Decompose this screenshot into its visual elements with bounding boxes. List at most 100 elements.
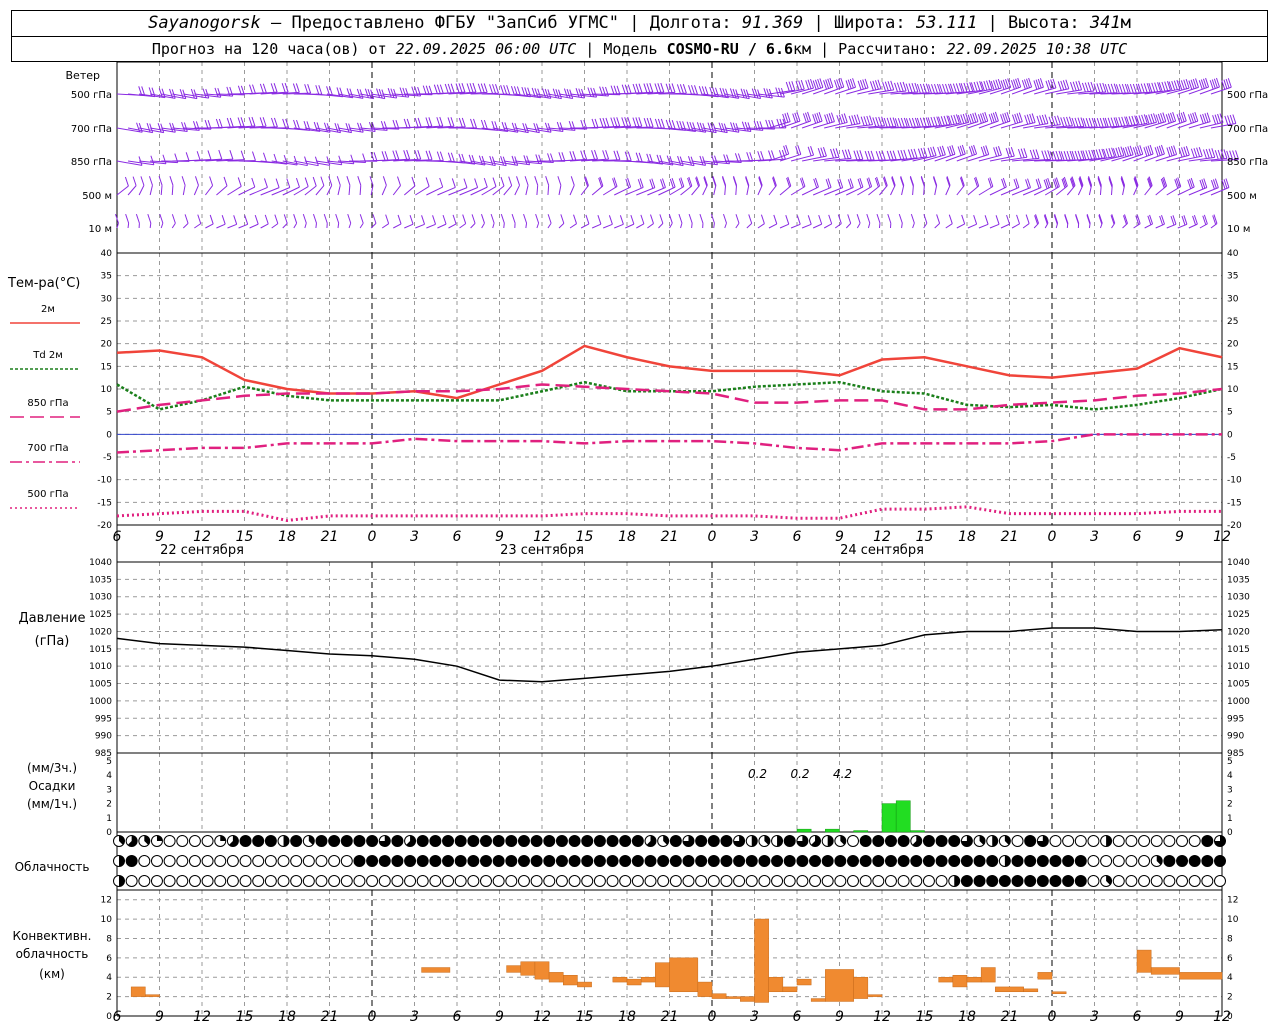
- cloud-symbol: [201, 835, 214, 847]
- wind-barb: [856, 214, 861, 224]
- cloud-symbol: [1163, 835, 1176, 847]
- x-tick-label: 0: [368, 529, 377, 545]
- date-label: 24 сентября: [840, 543, 924, 558]
- wind-barb: [302, 213, 307, 224]
- cloud-symbol: [188, 855, 201, 867]
- wind-barb: [780, 87, 785, 98]
- wind-barb: [889, 150, 894, 160]
- cloud-symbol-fill: [708, 855, 720, 867]
- wind-barb: [682, 84, 687, 94]
- cloud-symbol: [1112, 875, 1125, 887]
- wind-barb: [923, 214, 928, 224]
- wind-barb: [1107, 83, 1112, 94]
- cloud-symbol: [1176, 835, 1189, 847]
- pressure-tick-right: 990: [1227, 732, 1244, 742]
- conv-cloud-bar: [1023, 988, 1039, 993]
- cloud-symbol: [353, 875, 366, 887]
- wind-barb: [218, 118, 223, 129]
- wind-barb: [1121, 116, 1126, 127]
- wind-barb: [746, 223, 753, 229]
- pressure-tick-right: 1025: [1227, 610, 1250, 620]
- wind-barb: [425, 177, 430, 187]
- cloud-symbol-fill: [505, 855, 517, 867]
- cloud-symbol-fill: [353, 855, 365, 867]
- conv-cloud-bar: [1051, 991, 1067, 994]
- wind-barb: [450, 83, 455, 93]
- wind-barb: [392, 150, 397, 160]
- conv-tick-right: 6: [1227, 954, 1233, 964]
- cloud-symbol: [847, 875, 859, 887]
- wind-barb: [439, 177, 444, 188]
- cloud-symbol-fill: [429, 835, 441, 847]
- x-tick-label-bottom: 21: [661, 1009, 679, 1024]
- wind-barb: [403, 185, 416, 196]
- cloud-symbol: [226, 875, 239, 887]
- wind-barb: [1141, 114, 1146, 125]
- wind-barb: [237, 177, 242, 187]
- wind-barb: [337, 185, 341, 196]
- wind-barb: [262, 83, 267, 93]
- wind-barb: [943, 115, 948, 126]
- temp-title: Тем-ра(°C): [7, 276, 80, 291]
- wind-barb: [229, 117, 234, 128]
- wind-barb: [768, 185, 777, 196]
- wind-barb: [1023, 148, 1028, 158]
- wind-barb: [654, 118, 659, 129]
- cloud-symbol: [1150, 835, 1163, 847]
- x-tick-label-bottom: 6: [1133, 1009, 1142, 1024]
- cloud-symbol-fill: [695, 855, 707, 867]
- wind-barb: [621, 117, 626, 127]
- wind-barb: [841, 113, 846, 124]
- wind-barb: [910, 149, 915, 159]
- meteogram: Ветер 500 гПа 500 гПа 700 гПа 700 гПа 850 гПа…: [7, 61, 1268, 1024]
- wind-barb: [1217, 149, 1222, 160]
- wind-barb: [1010, 147, 1015, 157]
- cloud-symbol: [847, 835, 859, 847]
- wind-barb: [844, 149, 849, 159]
- cloud-symbol-fill: [480, 835, 492, 847]
- wind-barb: [910, 213, 915, 224]
- x-tick-label: 0: [1048, 529, 1057, 545]
- wind-barb: [638, 152, 643, 162]
- x-tick-label-bottom: 15: [236, 1009, 254, 1024]
- wind-barb: [691, 223, 693, 229]
- wind-barb: [1075, 214, 1080, 225]
- wind-barb: [658, 186, 676, 196]
- wind-barb: [912, 222, 915, 229]
- wind-barb: [414, 150, 419, 160]
- cloud-symbol: [543, 875, 556, 887]
- wind-barb: [1044, 150, 1049, 160]
- x-tick-label: 6: [793, 529, 802, 545]
- cloud-symbol-fill: [1075, 855, 1087, 867]
- wind-barb: [936, 214, 941, 224]
- wind-barb: [452, 214, 457, 225]
- cloud-symbol-fill: [720, 835, 732, 847]
- cloud-symbol: [897, 875, 910, 887]
- temp-tick-right: -15: [1227, 498, 1242, 508]
- cloud-symbol-fill: [265, 835, 277, 847]
- wind-barb: [779, 223, 789, 229]
- wind-barb: [229, 149, 234, 160]
- conv-cloud-bar: [853, 976, 869, 999]
- wind-barb: [599, 118, 604, 128]
- x-tick-label: 3: [1090, 529, 1099, 545]
- wind-barb: [848, 115, 853, 126]
- wind-barb: [1020, 148, 1025, 158]
- cloud-symbol-fill: [910, 855, 922, 867]
- wind-barb: [1193, 148, 1198, 158]
- wind-barb: [1096, 83, 1101, 93]
- cloud-symbol: [1138, 835, 1151, 847]
- conv-cloud-bar: [711, 993, 727, 999]
- cloud-symbol: [1112, 835, 1125, 847]
- x-tick-label-bottom: 9: [155, 1009, 164, 1024]
- conv-cloud-bar: [995, 986, 1024, 993]
- cloud-symbol-fill: [746, 855, 758, 867]
- x-tick-label: 21: [1001, 529, 1019, 545]
- temp-tick-right: 5: [1227, 408, 1233, 418]
- wind-barb: [1000, 223, 1010, 229]
- wind-barb: [1144, 153, 1165, 162]
- wind-barb: [385, 214, 390, 224]
- wind-barb: [647, 187, 666, 196]
- x-tick-label: 21: [661, 529, 679, 545]
- cloud-symbol-fill: [126, 855, 138, 867]
